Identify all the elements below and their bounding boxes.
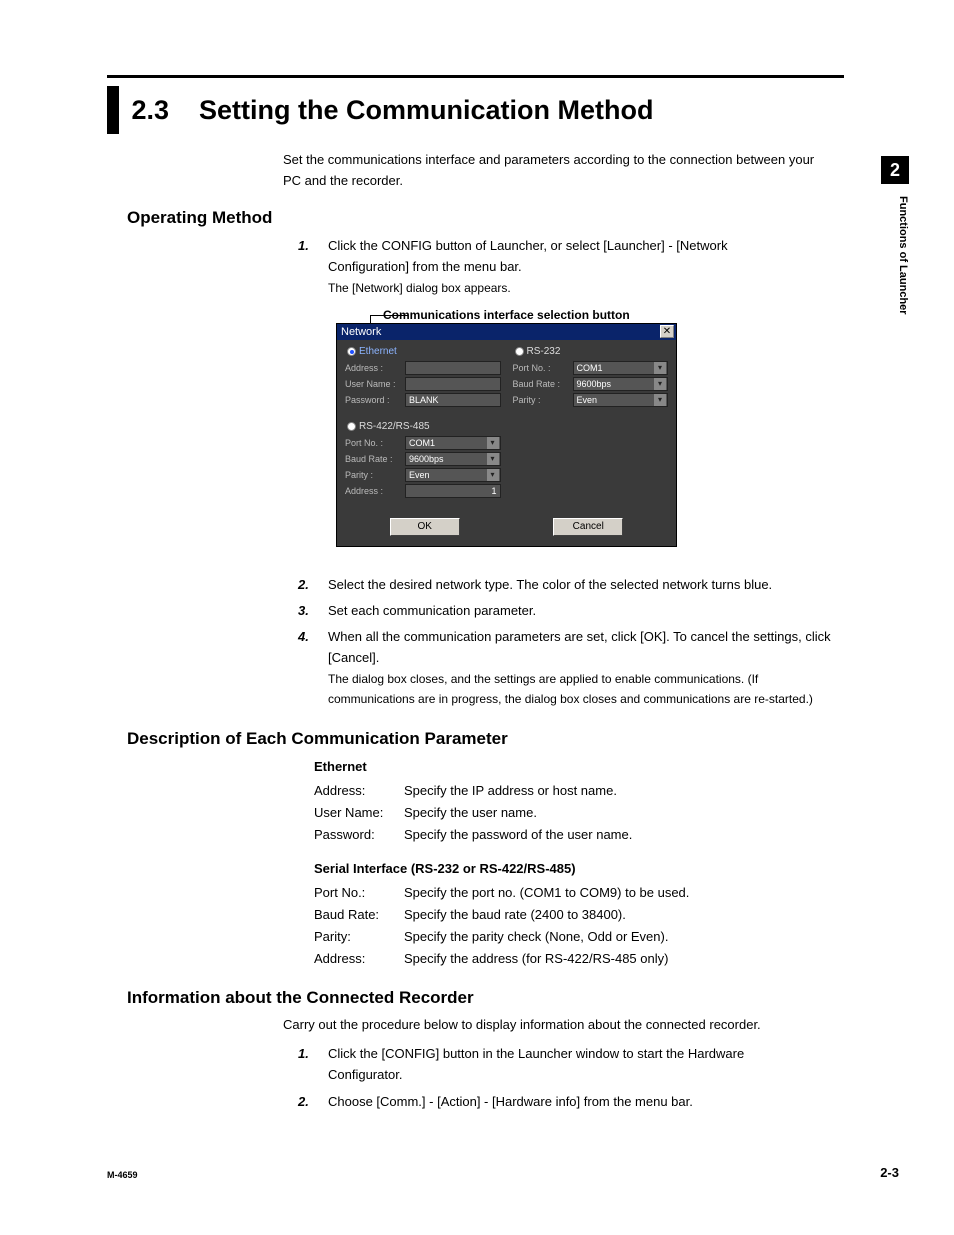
rs422-group[interactable]: RS-422/RS-485 Port No. : COM1 Baud Rate … [341, 419, 505, 506]
intro-text: Set the communications interface and par… [283, 150, 833, 192]
footer-doc-id: M-4659 [107, 1170, 138, 1180]
rs232-group[interactable]: RS-232 Port No. : COM1 Baud Rate : 9600b… [509, 344, 673, 415]
param-key: Address: [314, 780, 404, 802]
eth-username-label: User Name : [345, 379, 401, 389]
step-2: 2. Select the desired network type. The … [328, 575, 848, 596]
close-icon[interactable]: ✕ [660, 325, 674, 338]
param-val: Specify the user name. [404, 802, 834, 824]
rs232-parity-label: Parity : [513, 395, 569, 405]
step-number: 2. [298, 1092, 309, 1113]
info-intro: Carry out the procedure below to display… [283, 1015, 843, 1036]
radio-ethernet-icon[interactable] [347, 347, 356, 356]
section-header: 2.3 Setting the Communication Method [107, 75, 844, 134]
description-heading: Description of Each Communication Parame… [127, 729, 508, 749]
chapter-label: Functions of Launcher [881, 196, 909, 396]
title-bar [107, 86, 119, 134]
param-key: User Name: [314, 802, 404, 824]
rs232-baud-label: Baud Rate : [513, 379, 569, 389]
param-val: Specify the address (for RS-422/RS-485 o… [404, 948, 834, 970]
step-number: 1. [298, 236, 309, 257]
chapter-tab: 2 [881, 156, 909, 184]
section-title: Setting the Communication Method [199, 95, 653, 125]
step-number: 3. [298, 601, 309, 622]
rs232-port-label: Port No. : [513, 363, 569, 373]
rs232-port-combo[interactable]: COM1 [573, 361, 669, 375]
param-val: Specify the parity check (None, Odd or E… [404, 926, 834, 948]
param-key: Parity: [314, 926, 404, 948]
callout-label: Communications interface selection butto… [383, 308, 630, 322]
rs232-title: RS-232 [527, 346, 561, 357]
ethernet-params: Ethernet Address:Specify the IP address … [314, 756, 834, 846]
step-text: Click the [CONFIG] button in the Launche… [328, 1046, 744, 1082]
step-3: 3. Set each communication parameter. [328, 601, 828, 622]
eth-password-label: Password : [345, 395, 401, 405]
step-text: Select the desired network type. The col… [328, 577, 772, 592]
param-key: Baud Rate: [314, 904, 404, 926]
rs422-port-combo[interactable]: COM1 [405, 436, 501, 450]
rs422-baud-combo[interactable]: 9600bps [405, 452, 501, 466]
eth-password-input[interactable]: BLANK [405, 393, 501, 407]
dialog-titlebar: Network ✕ [337, 324, 676, 340]
cancel-button[interactable]: Cancel [553, 518, 623, 536]
step-text: When all the communication parameters ar… [328, 629, 831, 665]
info-step-1: 1. Click the [CONFIG] button in the Laun… [328, 1044, 818, 1086]
param-key: Password: [314, 824, 404, 846]
ethernet-group[interactable]: Ethernet Address : User Name : Password … [341, 344, 505, 415]
rs422-title: RS-422/RS-485 [359, 421, 430, 432]
eth-address-input[interactable] [405, 361, 501, 375]
step-text: Set each communication parameter. [328, 603, 536, 618]
rs232-baud-combo[interactable]: 9600bps [573, 377, 669, 391]
rs422-baud-label: Baud Rate : [345, 454, 401, 464]
step-4: 4. When all the communication parameters… [328, 627, 838, 710]
step-1: 1. Click the CONFIG button of Launcher, … [328, 236, 808, 298]
rs422-address-input[interactable]: 1 [405, 484, 501, 498]
param-val: Specify the password of the user name. [404, 824, 834, 846]
step-note: The [Network] dialog box appears. [328, 281, 511, 295]
footer-page-number: 2-3 [880, 1165, 899, 1180]
ethernet-param-title: Ethernet [314, 756, 834, 778]
param-key: Port No.: [314, 882, 404, 904]
ok-button[interactable]: OK [390, 518, 460, 536]
param-val: Specify the port no. (COM1 to COM9) to b… [404, 882, 834, 904]
step-number: 2. [298, 575, 309, 596]
rs422-port-label: Port No. : [345, 438, 401, 448]
radio-rs232-icon[interactable] [515, 347, 524, 356]
network-dialog: Network ✕ Ethernet Address : User Name : [336, 323, 677, 547]
section-number: 2.3 [131, 95, 169, 125]
rs422-address-label: Address : [345, 486, 401, 496]
serial-param-title: Serial Interface (RS-232 or RS-422/RS-48… [314, 858, 834, 880]
step-number: 4. [298, 627, 309, 648]
eth-username-input[interactable] [405, 377, 501, 391]
rs422-parity-combo[interactable]: Even [405, 468, 501, 482]
step-text: Choose [Comm.] - [Action] - [Hardware in… [328, 1094, 693, 1109]
rs232-parity-combo[interactable]: Even [573, 393, 669, 407]
info-step-2: 2. Choose [Comm.] - [Action] - [Hardware… [328, 1092, 818, 1113]
dialog-title: Network [341, 326, 381, 338]
step-number: 1. [298, 1044, 309, 1065]
ethernet-title: Ethernet [359, 346, 397, 357]
param-val: Specify the IP address or host name. [404, 780, 834, 802]
step-text: Click the CONFIG button of Launcher, or … [328, 238, 728, 274]
serial-params: Serial Interface (RS-232 or RS-422/RS-48… [314, 858, 834, 970]
info-heading: Information about the Connected Recorder [127, 988, 474, 1008]
param-key: Address: [314, 948, 404, 970]
eth-address-label: Address : [345, 363, 401, 373]
radio-rs422-icon[interactable] [347, 422, 356, 431]
step-note: The dialog box closes, and the settings … [328, 672, 813, 707]
param-val: Specify the baud rate (2400 to 38400). [404, 904, 834, 926]
rs422-parity-label: Parity : [345, 470, 401, 480]
operating-method-heading: Operating Method [127, 208, 272, 228]
